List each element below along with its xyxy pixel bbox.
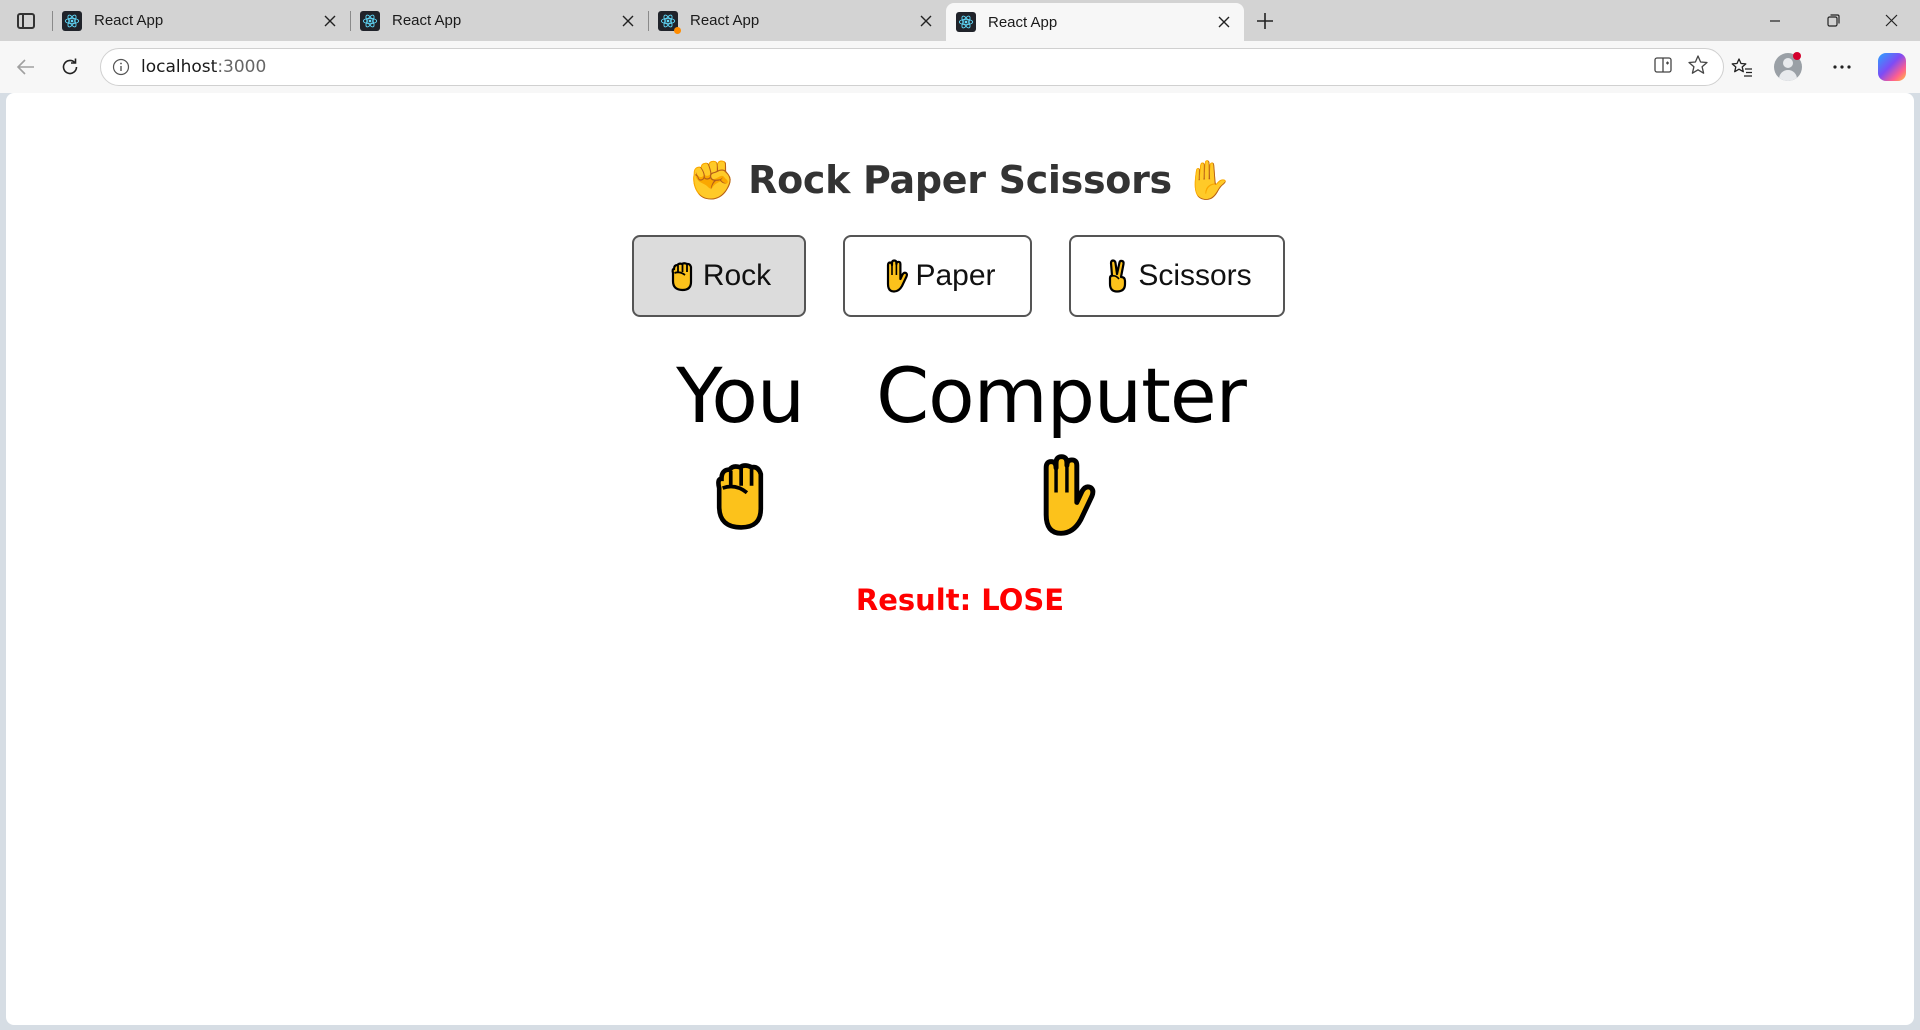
favorite-button[interactable] xyxy=(1687,54,1709,81)
close-tab-button[interactable] xyxy=(614,7,642,35)
scissors-label: Scissors xyxy=(1138,259,1252,292)
url-host: localhost xyxy=(141,57,218,77)
back-button[interactable] xyxy=(6,47,46,87)
window-controls xyxy=(1746,0,1920,41)
react-logo-icon xyxy=(956,12,976,32)
close-icon xyxy=(1218,16,1230,28)
player-label: You xyxy=(676,351,805,440)
close-tab-button[interactable] xyxy=(912,7,940,35)
favorites-button[interactable] xyxy=(1722,47,1762,87)
profile-notification-badge xyxy=(1793,52,1801,60)
ellipsis-icon xyxy=(1833,65,1851,69)
address-bar[interactable]: localhost:3000 xyxy=(100,48,1724,86)
close-window-button[interactable] xyxy=(1862,0,1920,41)
browser-toolbar: localhost:3000 xyxy=(0,41,1920,93)
close-icon xyxy=(1885,14,1897,27)
split-screen-icon xyxy=(1654,56,1672,73)
tab-strip: React App React App React App React App xyxy=(0,0,1920,41)
raised-hand-icon: ✋ xyxy=(1184,158,1232,202)
minimize-icon xyxy=(1770,19,1780,22)
restore-icon xyxy=(1826,14,1840,27)
raised-hand-icon xyxy=(879,259,909,293)
vertical-tabs-icon xyxy=(17,12,35,29)
react-logo-icon xyxy=(62,10,82,31)
rock-button[interactable]: Rock xyxy=(632,235,806,317)
scissors-button[interactable]: Scissors xyxy=(1069,235,1285,317)
page-title: ✊ Rock Paper Scissors ✋ xyxy=(6,158,1914,203)
tab-title: React App xyxy=(94,12,164,29)
star-icon xyxy=(1688,54,1708,74)
choice-buttons: Rock Paper Scissors xyxy=(6,235,1914,317)
rock-label: Rock xyxy=(702,259,772,292)
fist-icon xyxy=(695,450,785,540)
tab-react-app-2[interactable]: React App xyxy=(350,0,648,41)
tab-separator xyxy=(52,11,53,31)
plus-icon xyxy=(1257,12,1273,29)
tab-react-app-1[interactable]: React App xyxy=(52,0,350,41)
restore-button[interactable] xyxy=(1804,0,1862,41)
paper-button[interactable]: Paper xyxy=(843,235,1032,317)
info-icon xyxy=(112,58,130,76)
tab-actions-button[interactable] xyxy=(0,0,52,41)
fist-icon xyxy=(667,259,697,293)
profile-button[interactable] xyxy=(1772,47,1812,87)
close-icon xyxy=(622,15,634,26)
tab-react-app-4[interactable]: React App xyxy=(946,3,1244,41)
tab-react-app-3[interactable]: React App xyxy=(648,0,946,41)
player-you: You xyxy=(676,351,805,540)
favorites-icon xyxy=(1731,58,1752,77)
result-text: Result: LOSE xyxy=(855,583,1065,617)
close-tab-button[interactable] xyxy=(1210,8,1238,36)
page-title-text: Rock Paper Scissors xyxy=(748,158,1172,202)
copilot-button[interactable] xyxy=(1872,47,1912,87)
players-panel: You Computer xyxy=(6,358,1914,540)
split-screen-button[interactable] xyxy=(1653,55,1673,80)
reload-button[interactable] xyxy=(50,47,90,87)
close-icon xyxy=(920,15,932,26)
fist-icon: ✊ xyxy=(688,158,736,202)
close-icon xyxy=(324,15,336,26)
paper-label: Paper xyxy=(915,259,996,292)
player-computer: Computer xyxy=(876,351,1247,540)
victory-hand-icon xyxy=(1102,259,1132,293)
tab-title: React App xyxy=(988,13,1058,31)
close-tab-button[interactable] xyxy=(316,7,344,35)
minimize-button[interactable] xyxy=(1746,0,1804,41)
tab-title: React App xyxy=(392,12,462,29)
new-tab-button[interactable] xyxy=(1244,0,1286,41)
react-logo-icon xyxy=(360,10,380,31)
reload-icon xyxy=(62,58,78,75)
tab-separator xyxy=(350,11,351,31)
tab-title: React App xyxy=(690,12,760,29)
back-arrow-icon xyxy=(16,59,34,75)
site-info-button[interactable] xyxy=(101,58,141,76)
toolbar-right-actions xyxy=(1718,47,1912,87)
more-button[interactable] xyxy=(1822,47,1862,87)
copilot-icon xyxy=(1878,53,1906,81)
raised-hand-icon xyxy=(1016,450,1106,540)
tab-activity-badge xyxy=(674,26,681,34)
tab-separator xyxy=(648,11,649,31)
address-bar-actions xyxy=(1653,54,1709,81)
react-logo-icon xyxy=(658,10,681,34)
browser-window: React App React App React App React App … xyxy=(0,0,1920,1030)
page-viewport: ✊ Rock Paper Scissors ✋ Rock Paper Sciss… xyxy=(6,93,1914,1025)
player-label: Computer xyxy=(876,351,1247,440)
url-port: :3000 xyxy=(217,57,267,77)
url-text[interactable]: localhost:3000 xyxy=(141,57,1653,77)
